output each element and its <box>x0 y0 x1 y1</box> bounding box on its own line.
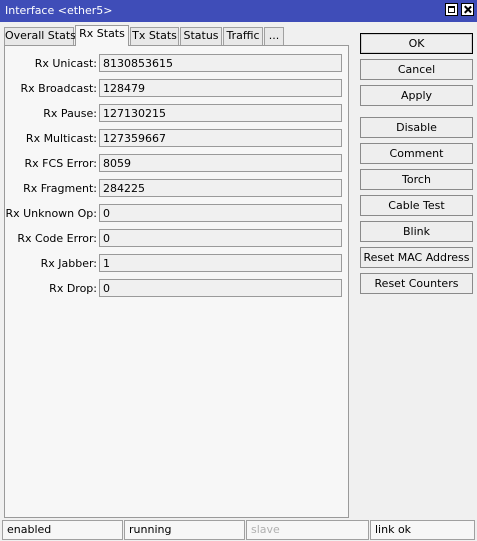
field-rx-drop: Rx Drop: <box>5 279 345 297</box>
field-label: Rx FCS Error: <box>24 157 97 170</box>
rx-pause-field[interactable] <box>99 104 342 122</box>
field-label: Rx Broadcast: <box>20 82 97 95</box>
status-bar: enabled running slave link ok <box>0 520 477 541</box>
field-rx-code-error: Rx Code Error: <box>5 229 345 247</box>
apply-button[interactable]: Apply <box>360 85 473 106</box>
rx-code-error-field[interactable] <box>99 229 342 247</box>
reset-mac-address-button[interactable]: Reset MAC Address <box>360 247 473 268</box>
field-rx-unicast: Rx Unicast: <box>5 54 345 72</box>
torch-button[interactable]: Torch <box>360 169 473 190</box>
field-rx-fragment: Rx Fragment: <box>5 179 345 197</box>
rx-fcs-error-field[interactable] <box>99 154 342 172</box>
tab-traffic[interactable]: Traffic <box>223 27 263 45</box>
status-running: running <box>124 520 245 540</box>
cable-test-button[interactable]: Cable Test <box>360 195 473 216</box>
field-label: Rx Pause: <box>43 107 97 120</box>
status-link: link ok <box>370 520 475 540</box>
status-enabled: enabled <box>2 520 123 540</box>
tab-rx-stats[interactable]: Rx Stats <box>75 25 129 46</box>
field-label: Rx Code Error: <box>17 232 97 245</box>
status-slave: slave <box>246 520 369 540</box>
field-rx-jabber: Rx Jabber: <box>5 254 345 272</box>
rx-drop-field[interactable] <box>99 279 342 297</box>
reset-counters-button[interactable]: Reset Counters <box>360 273 473 294</box>
tab-status[interactable]: Status <box>180 27 222 45</box>
rx-unicast-field[interactable] <box>99 54 342 72</box>
tab-overall-stats[interactable]: Overall Stats <box>4 27 76 45</box>
maximize-icon[interactable] <box>445 3 458 16</box>
tab-more[interactable]: ... <box>264 27 284 45</box>
field-rx-multicast: Rx Multicast: <box>5 129 345 147</box>
comment-button[interactable]: Comment <box>360 143 473 164</box>
cancel-button[interactable]: Cancel <box>360 59 473 80</box>
field-rx-unknown-op: Rx Unknown Op: <box>5 204 345 222</box>
ok-button[interactable]: OK <box>360 33 473 54</box>
rx-stats-panel: Rx Unicast: Rx Broadcast: Rx Pause: Rx M… <box>4 45 349 518</box>
tab-tx-stats[interactable]: Tx Stats <box>130 27 179 45</box>
rx-fragment-field[interactable] <box>99 179 342 197</box>
disable-button[interactable]: Disable <box>360 117 473 138</box>
field-label: Rx Fragment: <box>23 182 97 195</box>
field-label: Rx Unicast: <box>34 57 97 70</box>
window-title: Interface <ether5> <box>5 4 113 17</box>
blink-button[interactable]: Blink <box>360 221 473 242</box>
rx-jabber-field[interactable] <box>99 254 342 272</box>
field-rx-fcs-error: Rx FCS Error: <box>5 154 345 172</box>
field-rx-pause: Rx Pause: <box>5 104 345 122</box>
field-label: Rx Multicast: <box>25 132 97 145</box>
field-rx-broadcast: Rx Broadcast: <box>5 79 345 97</box>
field-label: Rx Unknown Op: <box>5 207 97 220</box>
rx-broadcast-field[interactable] <box>99 79 342 97</box>
title-bar: Interface <ether5> <box>0 0 477 22</box>
rx-multicast-field[interactable] <box>99 129 342 147</box>
close-icon[interactable] <box>461 3 474 16</box>
field-label: Rx Jabber: <box>40 257 97 270</box>
rx-unknown-op-field[interactable] <box>99 204 342 222</box>
field-label: Rx Drop: <box>49 282 97 295</box>
